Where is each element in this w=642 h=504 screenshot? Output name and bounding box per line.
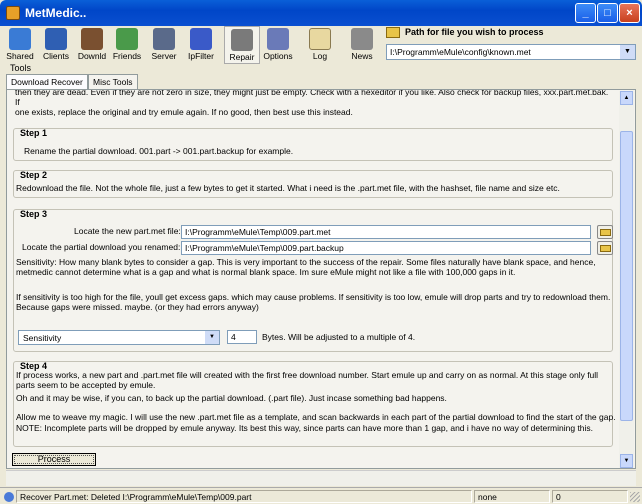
folder-icon[interactable]	[386, 27, 400, 38]
toolbar-ipfilter-button[interactable]: IpFilter	[184, 26, 218, 64]
resize-grip-icon[interactable]	[630, 492, 640, 502]
log-icon	[309, 28, 331, 50]
news-icon	[351, 28, 373, 50]
toolbar-news-button[interactable]: News	[346, 26, 378, 64]
scroll-thumb[interactable]	[620, 131, 633, 421]
close-button[interactable]: ×	[619, 3, 640, 23]
sensitivity-text-line: metmedic cannot determine what is a gap …	[16, 267, 516, 277]
status-bar: Recover Part.met: Deleted I:\Programm\eM…	[0, 487, 642, 504]
clients-icon	[45, 28, 67, 50]
step-1-text: Rename the partial download. 001.part ->…	[24, 146, 294, 156]
path-label: Path for file you wish to process	[405, 27, 544, 37]
step-3-group: Step 3 Locate the new part.met file: I:\…	[13, 209, 613, 352]
download-recover-panel: then they are dead. Even if they are not…	[6, 89, 636, 469]
process-button[interactable]: Process	[12, 453, 96, 466]
folder-open-icon	[600, 245, 611, 252]
server-icon	[153, 28, 175, 50]
status-state: none	[474, 490, 550, 503]
browse-met-button[interactable]	[597, 225, 613, 239]
toolbar-friends-button[interactable]: Friends	[110, 26, 144, 64]
options-icon	[267, 28, 289, 50]
step-2-group: Step 2 Redownload the file. Not the whol…	[13, 170, 613, 198]
step-3-heading: Step 3	[20, 209, 48, 219]
excess-text-line: Because gaps were missed. maybe. (or the…	[16, 302, 259, 312]
chevron-down-icon[interactable]: ▼	[620, 45, 635, 59]
path-select[interactable]: I:\Programm\eMule\config\known.met ▼	[386, 44, 636, 60]
intro-text: then they are dead. Even if they are not…	[15, 89, 609, 117]
sensitivity-select[interactable]: Sensitivity ▼	[18, 330, 220, 345]
met-file-path-field[interactable]: I:\Programm\eMule\Temp\009.part.met	[181, 225, 591, 239]
locate-met-label: Locate the new part.met file:	[74, 226, 181, 236]
app-icon	[6, 6, 20, 20]
step-4-group: Step 4 If process works, a new part and …	[13, 361, 616, 447]
vertical-scrollbar[interactable]: ▲ ▼	[619, 91, 634, 468]
scroll-up-icon[interactable]: ▲	[620, 91, 633, 105]
shared-icon	[9, 28, 31, 50]
step-2-heading: Step 2	[20, 170, 48, 180]
browse-part-button[interactable]	[597, 241, 613, 255]
maximize-button[interactable]: □	[597, 3, 618, 23]
tab-download-recover[interactable]: Download Recover	[6, 74, 88, 90]
bytes-text: Bytes. Will be adjusted to a multiple of…	[262, 332, 416, 342]
step-1-group: Step 1 Rename the partial download. 001.…	[13, 128, 613, 161]
step-2-text: Redownload the file. Not the whole file,…	[16, 183, 560, 193]
friends-icon	[116, 28, 138, 50]
step-4-text-line: NOTE: Incomplete parts will be dropped b…	[16, 423, 594, 433]
status-icon	[4, 492, 14, 502]
status-message: Recover Part.met: Deleted I:\Programm\eM…	[16, 490, 472, 503]
scroll-down-icon[interactable]: ▼	[620, 454, 633, 468]
step-4-text-line: Oh and it may be wise, if you can, to ba…	[16, 393, 447, 403]
minimize-button[interactable]: _	[575, 3, 596, 23]
status-count: 0	[552, 490, 628, 503]
sensitivity-value-input[interactable]: 4	[227, 330, 257, 344]
window-title: MetMedic..	[25, 6, 87, 20]
toolbar-options-button[interactable]: Options	[262, 26, 294, 64]
locate-part-label: Locate the partial download you renamed:	[22, 242, 181, 252]
tab-misc-tools[interactable]: Misc Tools	[88, 74, 138, 89]
step-1-heading: Step 1	[20, 128, 48, 138]
folder-open-icon	[600, 229, 611, 236]
toolbar-download-button[interactable]: Downld	[76, 26, 108, 64]
tools-label: Tools	[10, 63, 32, 73]
repair-icon	[231, 29, 253, 51]
step-4-text-line: parts seem to be accepted by emule.	[16, 380, 156, 390]
toolbar-clients-button[interactable]: Clients	[40, 26, 72, 64]
horizontal-scrollbar[interactable]	[6, 470, 636, 486]
toolbar-server-button[interactable]: Server	[148, 26, 180, 64]
toolbar-log-button[interactable]: Log	[304, 26, 336, 64]
title-bar[interactable]: MetMedic..	[0, 0, 642, 26]
toolbar-repair-button[interactable]: Repair	[224, 26, 260, 64]
download-icon	[81, 28, 103, 50]
toolbar-shared-button[interactable]: Shared	[4, 26, 36, 64]
part-file-path-field[interactable]: I:\Programm\eMule\Temp\009.part.backup	[181, 241, 591, 255]
ipfilter-icon	[190, 28, 212, 50]
chevron-down-icon[interactable]: ▼	[205, 331, 219, 344]
step-4-text-line: Allow me to weave my magic. I will use t…	[16, 412, 616, 422]
